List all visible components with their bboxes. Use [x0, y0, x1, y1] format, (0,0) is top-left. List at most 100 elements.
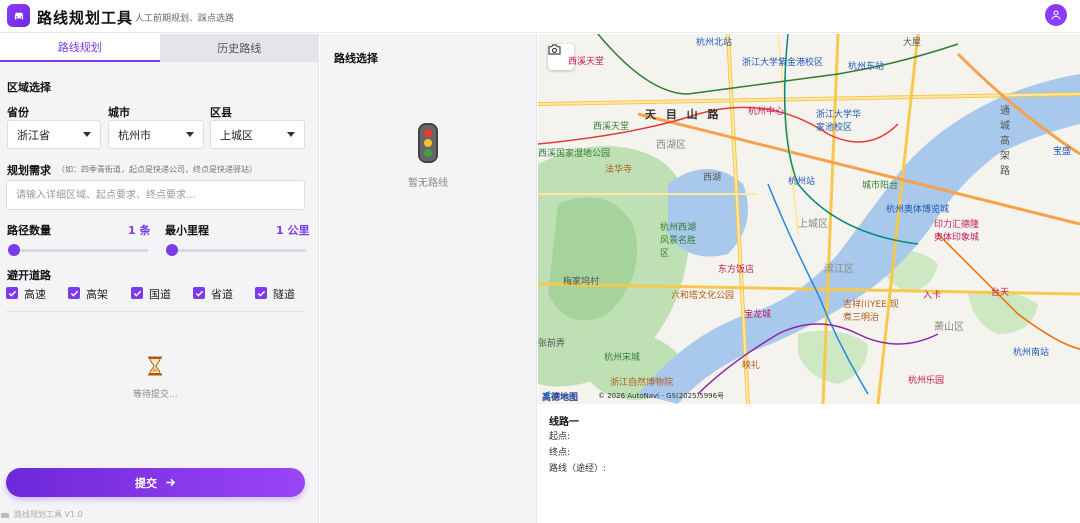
min-distance-value: 1 公里	[276, 224, 310, 237]
map-label: 杭州站	[788, 177, 816, 187]
map-label: 杭州奥体博览城	[886, 205, 950, 215]
map-label: 城市阳台	[862, 181, 899, 191]
map-label: 杭州宋城	[604, 353, 641, 363]
chevron-down-icon	[186, 132, 194, 137]
map-label: 法华寺	[605, 165, 633, 175]
map-label: 通城高架路	[1000, 106, 1010, 177]
map-label: 映礼	[742, 361, 761, 371]
city-value: 杭州市	[118, 128, 151, 142]
map-label: 天 目 山 路	[645, 108, 722, 121]
tab-route-planning[interactable]: 路线规划	[0, 34, 160, 62]
route-count-slider-thumb[interactable]	[8, 244, 20, 256]
province-select[interactable]: 浙江省	[7, 120, 101, 149]
arrow-right-icon	[166, 478, 176, 487]
map-copyright: © 2026 AutoNavi - GS(2025)5996号	[598, 392, 725, 400]
footer-version: 路线规划工具 V1.0	[14, 510, 83, 519]
route-count-label: 路径数量	[7, 224, 51, 237]
app-subtitle: 人工前期规划、踩点选路	[135, 14, 235, 24]
section-divider	[6, 311, 305, 312]
map-label: 印力汇德隆奥体印象城	[934, 220, 980, 243]
map-label: 宝龙城	[744, 310, 772, 320]
app-title: 路线规划工具	[37, 9, 134, 27]
route-path: 路线（途经）:	[549, 464, 607, 474]
user-icon	[1051, 10, 1061, 20]
avoid-tunnel-checkbox[interactable]	[255, 287, 267, 299]
chevron-down-icon	[287, 132, 295, 137]
avoid-national-road-label: 国道	[149, 288, 171, 301]
avoid-section-title: 避开道路	[7, 269, 51, 282]
avoid-tunnel-label: 隧道	[273, 288, 295, 301]
map-label: 东方饭店	[718, 265, 755, 275]
check-icon	[133, 290, 141, 297]
map-label: 浙江大学紫金港校区	[742, 58, 824, 68]
submit-button[interactable]: 提交	[6, 468, 305, 497]
no-route-text: 暂无路线	[408, 178, 448, 189]
map-label: 杭州南站	[1013, 348, 1050, 358]
route-details: 线路一 起点: 终点: 路线（途经）:	[538, 404, 1080, 523]
car-icon	[0, 512, 10, 518]
route-end: 终点:	[549, 448, 571, 458]
avoid-national-road-checkbox[interactable]	[131, 287, 143, 299]
requirement-label: 规划需求	[7, 164, 51, 177]
min-distance-slider-track[interactable]	[167, 249, 306, 252]
map-label: 入卡	[923, 291, 942, 301]
district-label: 区县	[210, 106, 232, 119]
map-label: 滨江区	[824, 264, 854, 275]
map-label: 杭州北站	[696, 38, 733, 48]
map-label: 梅家坞村	[563, 277, 600, 287]
route-name: 线路一	[549, 417, 579, 428]
check-icon	[195, 290, 203, 297]
map-label: 杭州中心	[748, 107, 785, 117]
map-label: 西湖	[703, 173, 722, 183]
route-selection-title: 路线选择	[334, 52, 378, 65]
avoid-provincial-road-label: 省道	[211, 288, 233, 301]
route-count-slider-track[interactable]	[9, 249, 148, 252]
map-label: 西溪天堂	[568, 57, 605, 67]
city-label: 城市	[108, 106, 130, 119]
waiting-status: 等待提交...	[133, 390, 178, 400]
map-label: 上城区	[798, 219, 828, 230]
district-select[interactable]: 上城区	[210, 120, 305, 149]
hourglass-icon	[148, 356, 162, 376]
requirement-input[interactable]	[6, 180, 305, 210]
map-label: 宝盛	[1053, 147, 1072, 157]
map-label: 浙江大学华家池校区	[816, 110, 862, 133]
route-count-value: 1 条	[128, 224, 151, 237]
check-icon	[8, 290, 16, 297]
app-footer: 路线规划工具 V1.0	[0, 509, 83, 520]
map-label: 杭州乐园	[908, 376, 945, 386]
check-icon	[70, 290, 78, 297]
min-distance-label: 最小里程	[165, 224, 209, 237]
submit-label: 提交	[135, 476, 157, 490]
check-icon	[257, 290, 265, 297]
map-label: 吉祥川YEE 现煮三明治	[843, 300, 899, 323]
map-label: 六和塔文化公园	[671, 291, 735, 301]
avoid-highway-checkbox[interactable]	[6, 287, 18, 299]
map-view[interactable]: 杭州北站 大屋 西溪天堂 浙江大学紫金港校区 杭州东站 天 目 山 路 杭州中心…	[538, 34, 1080, 404]
map-label: 台天	[991, 288, 1010, 298]
min-distance-slider-thumb[interactable]	[166, 244, 178, 256]
avoid-highway-label: 高速	[24, 288, 46, 301]
avoid-elevated-checkbox[interactable]	[68, 287, 80, 299]
map-label: 杭州东站	[848, 62, 885, 72]
map-label: 西湖区	[656, 140, 686, 151]
map-label: 杭州西湖风景名胜区	[660, 223, 697, 259]
tab-route-history[interactable]: 历史路线	[159, 34, 319, 62]
map-label: 西溪天堂	[593, 122, 630, 132]
avoid-provincial-road-checkbox[interactable]	[193, 287, 205, 299]
traffic-light-icon	[418, 123, 438, 163]
route-selection-panel: 路线选择 暂无路线	[320, 34, 537, 523]
app-header: 路线规划工具 人工前期规划、踩点选路	[0, 0, 1080, 33]
user-avatar[interactable]	[1045, 4, 1067, 26]
district-value: 上城区	[220, 128, 253, 142]
province-label: 省份	[7, 106, 29, 119]
requirement-hint: （如：四季青街道，起点是快递公司，终点是快递驿站）	[57, 165, 257, 174]
map-label: 萧山区	[934, 322, 964, 333]
map-label: 浙江自然博物院	[610, 378, 674, 388]
map-label: 西溪国家湿地公园	[538, 149, 611, 159]
city-select[interactable]: 杭州市	[108, 120, 204, 149]
camera-icon	[548, 44, 561, 55]
map-label: 张前弄	[538, 339, 566, 349]
map-label: 大屋	[903, 38, 922, 48]
chevron-down-icon	[83, 132, 91, 137]
